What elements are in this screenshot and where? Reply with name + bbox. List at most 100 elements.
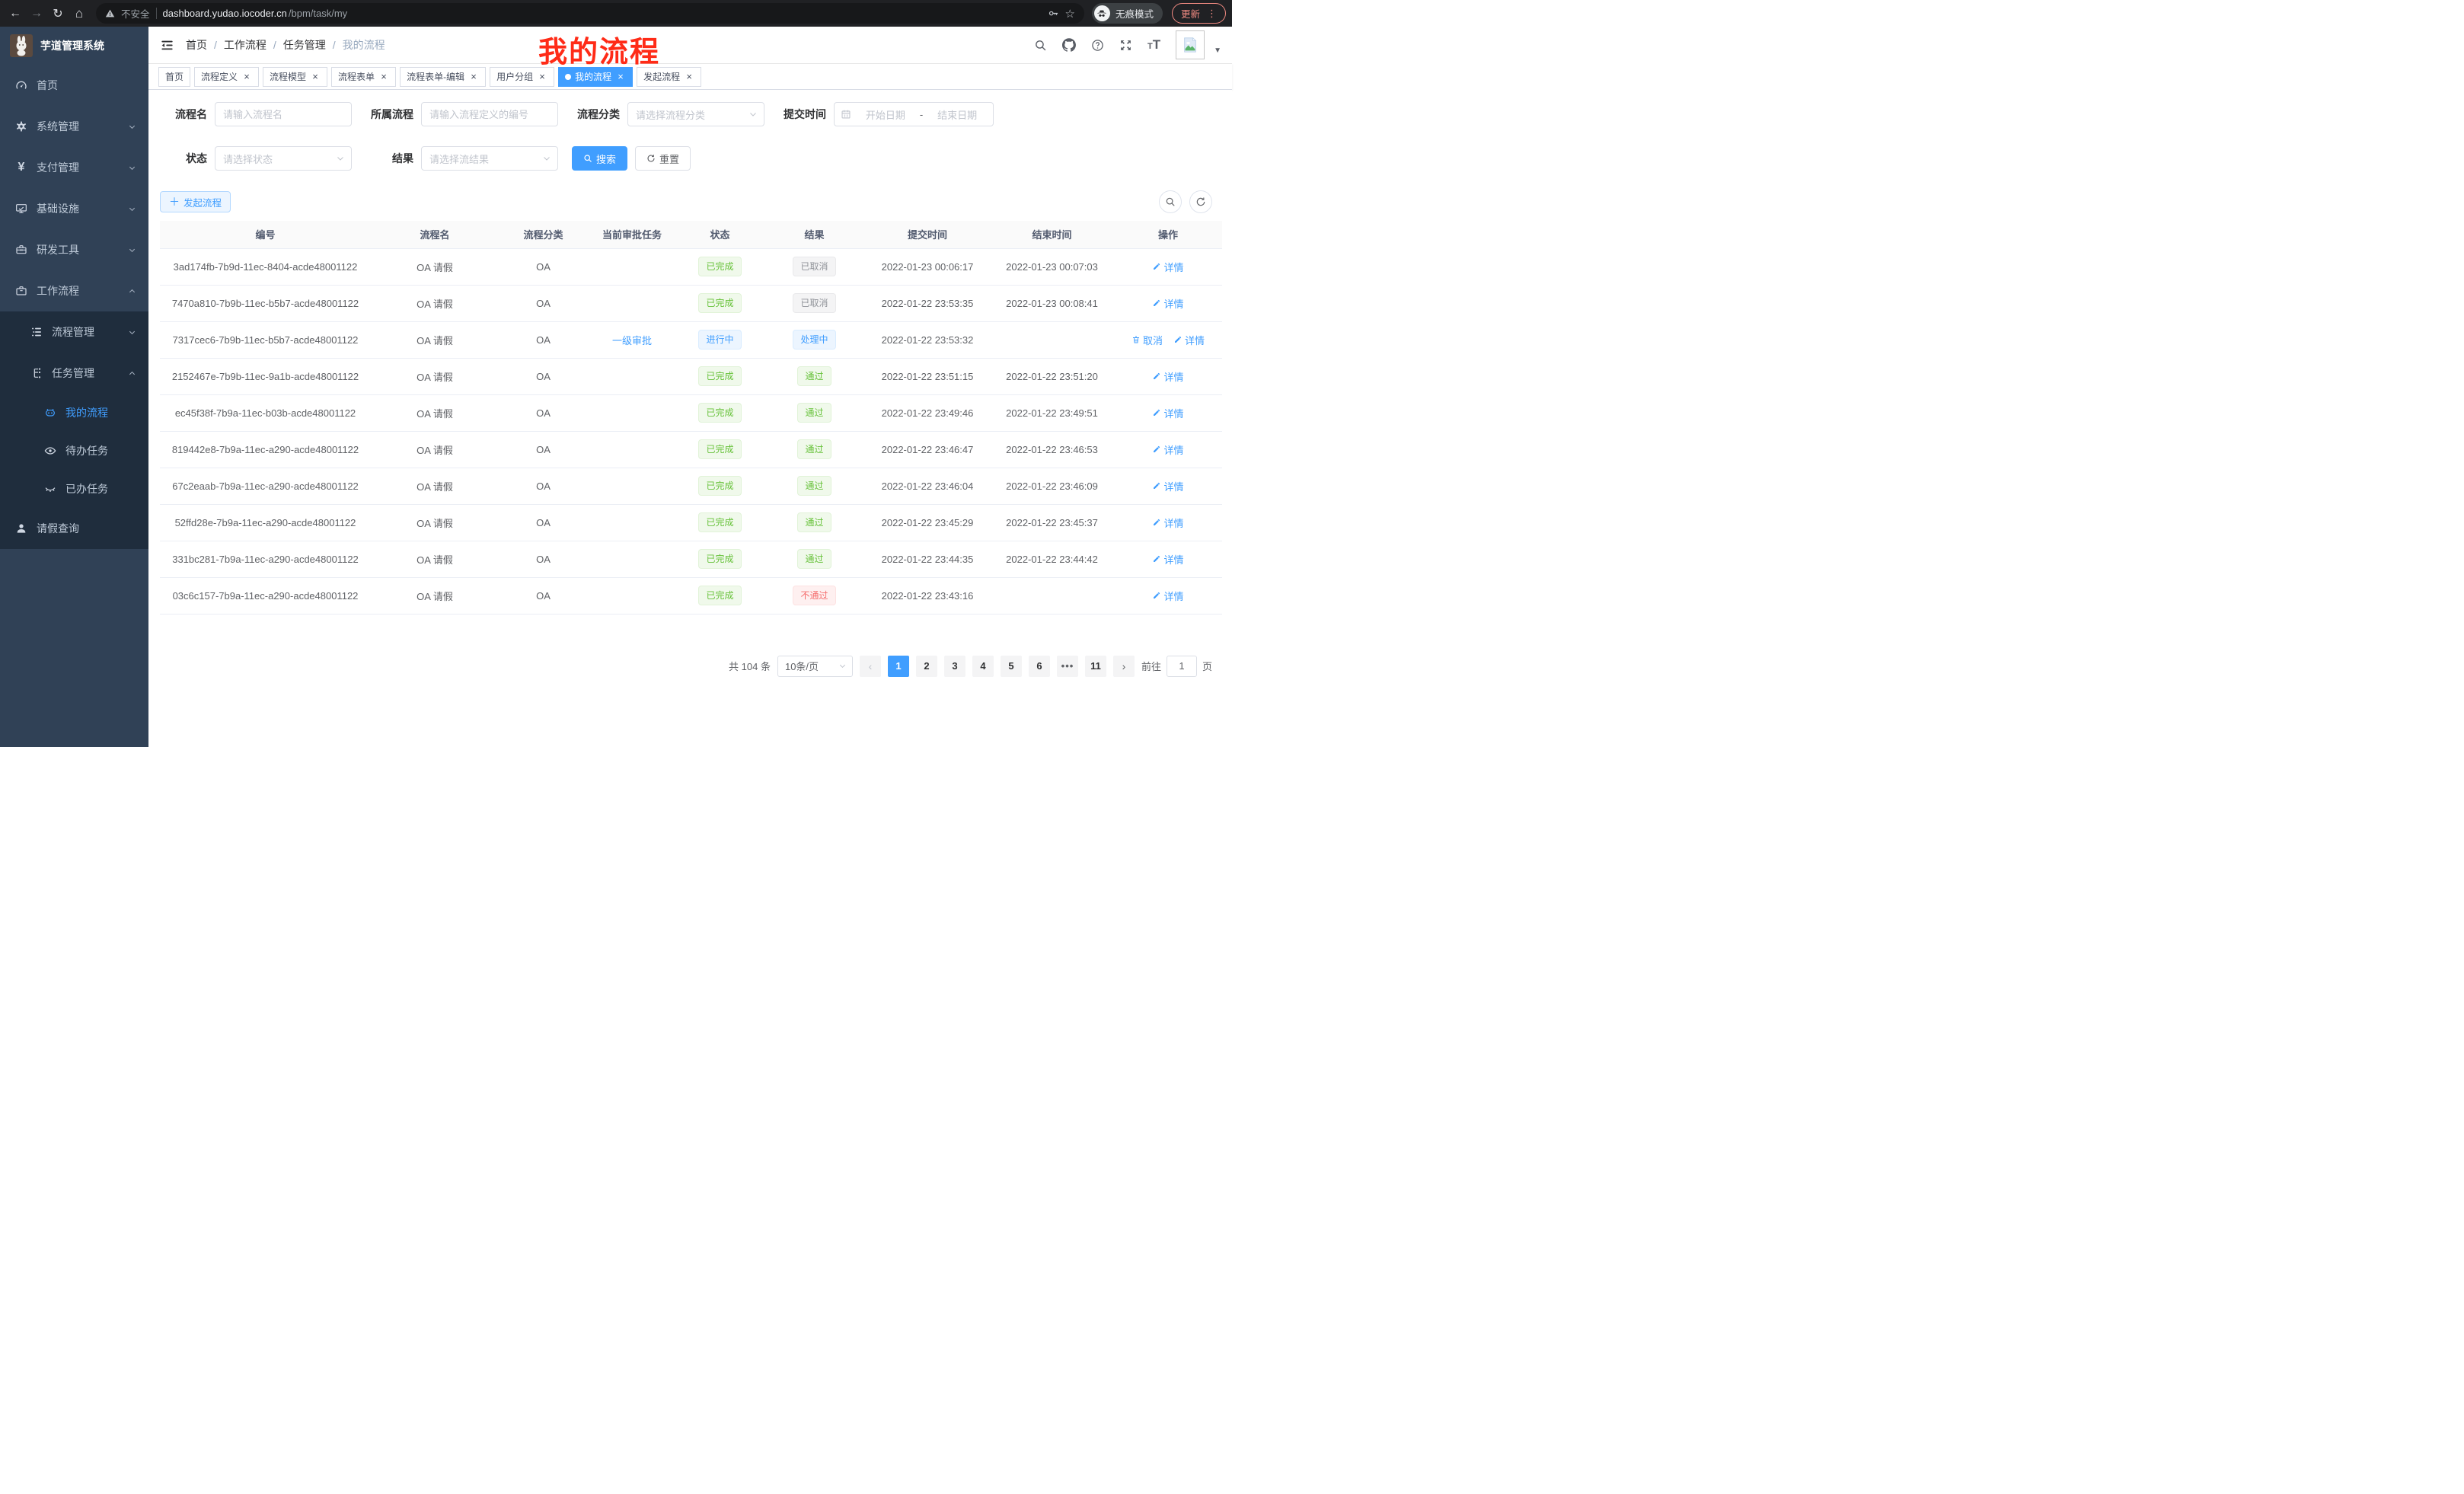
github-icon[interactable]: [1062, 38, 1076, 52]
detail-button[interactable]: 详情: [1152, 260, 1183, 274]
detail-button[interactable]: 详情: [1152, 516, 1183, 530]
process-id: 7470a810-7b9b-11ec-b5b7-acde48001122: [160, 285, 371, 321]
reset-button[interactable]: 重置: [635, 146, 691, 171]
pager-page-11[interactable]: 11: [1085, 656, 1106, 677]
tab-我的流程[interactable]: 我的流程×: [558, 67, 633, 87]
sidebar-item-task-mgmt[interactable]: 任务管理: [0, 353, 148, 394]
detail-button[interactable]: 详情: [1152, 296, 1183, 311]
pager-page-6[interactable]: 6: [1029, 656, 1050, 677]
sidebar-item-workflow[interactable]: 工作流程: [0, 270, 148, 311]
key-icon[interactable]: [1048, 8, 1059, 19]
submit-time: 2022-01-22 23:53:35: [865, 285, 990, 321]
fullscreen-icon[interactable]: [1119, 39, 1132, 52]
browser-forward-icon[interactable]: →: [27, 5, 46, 23]
result-select[interactable]: 请选择流结果: [421, 146, 558, 171]
process-name: OA 请假: [371, 541, 499, 577]
avatar[interactable]: [1176, 30, 1205, 59]
tab-close-icon[interactable]: ×: [684, 72, 694, 82]
toggle-search-button[interactable]: [1159, 190, 1182, 213]
tab-label: 流程表单: [338, 70, 375, 83]
tab-close-icon[interactable]: ×: [310, 72, 321, 82]
detail-button[interactable]: 详情: [1152, 442, 1183, 457]
submit-time-range-picker[interactable]: 开始日期 - 结束日期: [834, 102, 994, 126]
breadcrumb-workflow[interactable]: 工作流程: [224, 37, 267, 53]
end-time: 2022-01-23 00:08:41: [990, 285, 1114, 321]
process-name-input[interactable]: [215, 102, 352, 126]
pager-page-4[interactable]: 4: [972, 656, 994, 677]
tab-close-icon[interactable]: ×: [537, 72, 547, 82]
detail-button[interactable]: 详情: [1152, 369, 1183, 384]
definition-input[interactable]: [421, 102, 558, 126]
calendar-icon: [841, 109, 851, 120]
sidebar-item-label: 待办任务: [65, 443, 108, 458]
tab-流程表单-编辑[interactable]: 流程表单-编辑×: [400, 67, 486, 87]
search-button[interactable]: 搜索: [572, 146, 627, 171]
content: 流程名 所属流程 流程分类 请选择流程分类 提交时间 开始日期 - 结束日期: [148, 90, 1232, 747]
sidebar-item-done-tasks[interactable]: 已办任务: [0, 470, 148, 508]
address-bar[interactable]: 不安全 dashboard.yudao.iocoder.cn/bpm/task/…: [96, 3, 1084, 24]
sidebar-item-my-process[interactable]: 我的流程: [0, 394, 148, 432]
browser-back-icon[interactable]: ←: [6, 5, 24, 23]
sidebar-item-system[interactable]: 系统管理: [0, 106, 148, 147]
breadcrumb-home[interactable]: 首页: [186, 37, 207, 53]
pager-page-1[interactable]: 1: [888, 656, 909, 677]
refresh-table-button[interactable]: [1189, 190, 1212, 213]
current-task-link[interactable]: 一级审批: [612, 335, 652, 346]
tab-发起流程[interactable]: 发起流程×: [637, 67, 701, 87]
category-select[interactable]: 请选择流程分类: [627, 102, 764, 126]
avatar-caret-icon[interactable]: ▼: [1214, 46, 1221, 55]
browser-reload-icon[interactable]: ↻: [49, 5, 67, 23]
browser-home-icon[interactable]: ⌂: [70, 5, 88, 23]
tab-首页[interactable]: 首页: [158, 67, 190, 87]
pager-next-icon[interactable]: ›: [1113, 656, 1135, 677]
detail-button[interactable]: 详情: [1152, 552, 1183, 567]
sidebar-item-payment[interactable]: ¥ 支付管理: [0, 147, 148, 188]
goto-page-input[interactable]: [1167, 656, 1197, 677]
tab-close-icon[interactable]: ×: [468, 72, 479, 82]
tab-流程模型[interactable]: 流程模型×: [263, 67, 327, 87]
tab-close-icon[interactable]: ×: [378, 72, 389, 82]
sidebar-item-leave-query[interactable]: 请假查询: [0, 508, 148, 549]
sidebar-item-infra[interactable]: 基础设施: [0, 188, 148, 229]
sidebar-item-process-mgmt[interactable]: 流程管理: [0, 311, 148, 353]
browser-update-button[interactable]: 更新 ⋮: [1172, 3, 1226, 24]
browser-menu-icon[interactable]: ⋮: [1207, 8, 1217, 20]
breadcrumb-task-mgmt[interactable]: 任务管理: [283, 37, 326, 53]
table-toolbar: ＋ 发起流程: [160, 190, 1221, 213]
sidebar-item-label: 首页: [37, 78, 58, 93]
detail-button[interactable]: 详情: [1173, 333, 1205, 347]
sidebar-item-todo-tasks[interactable]: 待办任务: [0, 432, 148, 470]
create-process-button[interactable]: ＋ 发起流程: [160, 191, 231, 212]
detail-button[interactable]: 详情: [1152, 479, 1183, 493]
table-row: 2152467e-7b9b-11ec-9a1b-acde48001122OA 请…: [160, 358, 1222, 394]
tab-流程表单[interactable]: 流程表单×: [331, 67, 396, 87]
search-icon: [583, 154, 592, 163]
app-logo-row[interactable]: 芋道管理系统: [0, 27, 148, 65]
pager-page-3[interactable]: 3: [944, 656, 965, 677]
col-submit-time: 提交时间: [865, 221, 990, 248]
tab-用户分组[interactable]: 用户分组×: [490, 67, 554, 87]
help-icon[interactable]: [1091, 39, 1104, 52]
pager-page-2[interactable]: 2: [916, 656, 937, 677]
bookmark-star-icon[interactable]: ☆: [1065, 7, 1075, 21]
tab-close-icon[interactable]: ×: [241, 72, 252, 82]
pager-page-5[interactable]: 5: [1001, 656, 1022, 677]
search-icon[interactable]: [1034, 39, 1047, 52]
process-category: OA: [499, 431, 588, 468]
sidebar-toggle-icon[interactable]: [148, 38, 186, 53]
sidebar-item-devtools[interactable]: 研发工具: [0, 229, 148, 270]
detail-button[interactable]: 详情: [1152, 589, 1183, 603]
status-select[interactable]: 请选择状态: [215, 146, 352, 171]
sidebar-item-home[interactable]: 首页: [0, 65, 148, 106]
detail-button[interactable]: 详情: [1152, 406, 1183, 420]
filter-row-2: 状态 请选择状态 结果 请选择流结果 搜索 重置: [160, 146, 1221, 171]
pager-more[interactable]: •••: [1057, 656, 1078, 677]
pager-prev-icon[interactable]: ‹: [860, 656, 881, 677]
tab-close-icon[interactable]: ×: [615, 72, 626, 82]
monitor-icon: [15, 203, 27, 215]
address-separator: [156, 8, 157, 19]
page-size-select[interactable]: 10条/页: [777, 656, 853, 677]
cancel-button[interactable]: 取消: [1131, 333, 1163, 347]
tab-流程定义[interactable]: 流程定义×: [194, 67, 259, 87]
font-size-icon[interactable]: TT: [1147, 37, 1160, 53]
